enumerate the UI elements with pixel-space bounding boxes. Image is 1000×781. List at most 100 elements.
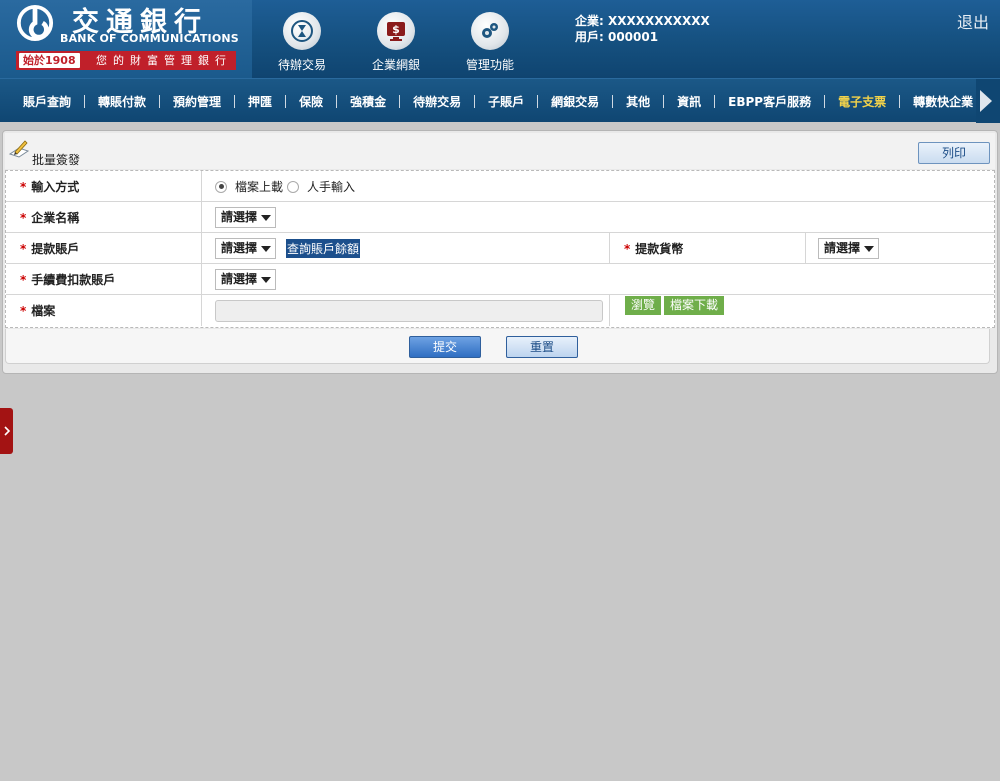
radio-manual-input[interactable] bbox=[287, 180, 300, 193]
debit-account-select[interactable]: 請選擇 bbox=[215, 238, 277, 259]
panel-title: 批量簽發 bbox=[32, 153, 81, 167]
select-text: 請選擇 bbox=[221, 241, 258, 255]
form-row-debit-account: * 提款賬戶 請選擇 查詢賬戶餘額 * 提款貨幣 請選擇 bbox=[6, 233, 994, 264]
reset-button[interactable]: 重置 bbox=[506, 336, 578, 358]
debit-currency-label: 提款貨幣 bbox=[635, 242, 684, 256]
batch-issue-panel: 批量簽發 列印 * 輸入方式 檔案上載 人手輸入 * 企業名稱 請選擇 * 提款… bbox=[2, 130, 998, 374]
top-icon-label: 待辦交易 bbox=[277, 58, 326, 72]
field-label: * 檔案 bbox=[6, 295, 202, 326]
bank-logo[interactable]: 交通銀行 BANK OF COMMUNICATIONS 始於1908 您的財富管… bbox=[0, 0, 252, 78]
field-label: * 手續費扣款賬戶 bbox=[6, 264, 202, 295]
nav-item[interactable]: EBPP客戶服務 bbox=[715, 93, 824, 110]
caret-down-icon bbox=[261, 277, 272, 283]
debit-account-label: 提款賬戶 bbox=[31, 242, 80, 256]
form-row-company-name: * 企業名稱 請選擇 bbox=[6, 202, 994, 233]
svg-text:$: $ bbox=[392, 23, 400, 36]
nav-item[interactable]: 待辦交易 bbox=[400, 93, 474, 110]
top-corporate-banking[interactable]: $ 企業網銀 bbox=[361, 12, 431, 73]
nav-item[interactable]: 賬戶查詢 bbox=[10, 93, 84, 110]
input-method-label: 輸入方式 bbox=[31, 180, 80, 194]
side-panel-toggle[interactable] bbox=[0, 408, 13, 454]
caret-down-icon bbox=[261, 246, 272, 252]
nav-item[interactable]: 其他 bbox=[613, 93, 663, 110]
query-balance-link[interactable]: 查詢賬戶餘額 bbox=[286, 239, 361, 258]
field-label: * 企業名稱 bbox=[6, 202, 202, 233]
top-icon-label: 管理功能 bbox=[465, 58, 514, 72]
nav-item[interactable]: 預約管理 bbox=[160, 93, 234, 110]
dollar-monitor-icon: $ bbox=[387, 22, 405, 41]
user-info: 企業: XXXXXXXXXXX 用戶: 000001 bbox=[575, 13, 710, 45]
hourglass-icon bbox=[291, 20, 313, 42]
form-actions: 提交 重置 bbox=[5, 329, 990, 364]
select-text: 請選擇 bbox=[221, 272, 258, 286]
nav-item[interactable]: 強積金 bbox=[337, 93, 399, 110]
nav-items: 賬戶查詢 轉賬付款 預約管理 押匯 保險 強積金 待辦交易 子賬戶 網銀交易 其他 資訊 EBPP客戶… bbox=[10, 79, 986, 123]
bank-logo-mark-icon bbox=[16, 4, 54, 42]
submit-button[interactable]: 提交 bbox=[409, 336, 481, 358]
required-star: * bbox=[20, 241, 27, 256]
radio-manual-input-label[interactable]: 人手輸入 bbox=[307, 178, 355, 195]
input-method-options: 檔案上載 人手輸入 bbox=[203, 171, 359, 202]
field-label: * 輸入方式 bbox=[6, 171, 202, 202]
form-row-input-method: * 輸入方式 檔案上載 人手輸入 bbox=[6, 171, 994, 202]
radio-file-upload-label[interactable]: 檔案上載 bbox=[235, 178, 283, 195]
caret-down-icon bbox=[864, 246, 875, 252]
top-icon-label: 企業網銀 bbox=[371, 58, 420, 72]
nav-item[interactable]: 子賬戶 bbox=[475, 93, 537, 110]
file-path-input[interactable] bbox=[215, 299, 603, 322]
edit-pencil-icon bbox=[8, 140, 30, 158]
gears-icon bbox=[482, 23, 498, 38]
file-label: 檔案 bbox=[31, 304, 56, 318]
nav-scroll-right-icon[interactable] bbox=[980, 90, 992, 112]
field-label: * 提款貨幣 bbox=[610, 233, 806, 264]
debit-account-value: 請選擇 查詢賬戶餘額 bbox=[203, 233, 361, 264]
debit-currency-value: 請選擇 bbox=[818, 233, 880, 264]
nav-item[interactable]: 押匯 bbox=[235, 93, 285, 110]
required-star: * bbox=[20, 272, 27, 287]
company-name-label: 企業名稱 bbox=[31, 211, 80, 225]
since-badge: 始於1908 bbox=[19, 53, 80, 68]
column-divider bbox=[609, 295, 610, 326]
file-value bbox=[203, 295, 603, 326]
file-buttons: 瀏覽 檔案下載 bbox=[625, 290, 727, 321]
logout-link[interactable]: 退出 bbox=[957, 9, 989, 33]
browse-button[interactable]: 瀏覽 bbox=[625, 296, 662, 315]
required-star: * bbox=[20, 179, 27, 194]
fee-account-value: 請選擇 bbox=[203, 264, 277, 295]
header-bar: 交通銀行 BANK OF COMMUNICATIONS 始於1908 您的財富管… bbox=[0, 0, 1000, 78]
print-button[interactable]: 列印 bbox=[918, 142, 990, 164]
nav-item[interactable]: 轉賬付款 bbox=[85, 93, 159, 110]
form-row-file: * 檔案 瀏覽 檔案下載 bbox=[6, 295, 994, 326]
nav-item[interactable]: 網銀交易 bbox=[538, 93, 612, 110]
required-star: * bbox=[20, 210, 27, 225]
chevron-right-icon bbox=[3, 426, 10, 436]
form-row-fee-account: * 手續費扣款賬戶 請選擇 bbox=[6, 264, 994, 295]
fee-account-select[interactable]: 請選擇 bbox=[215, 269, 277, 290]
caret-down-icon bbox=[261, 215, 272, 221]
nav-item[interactable]: 電子支票 bbox=[825, 93, 899, 110]
panel-header: 批量簽發 列印 bbox=[5, 133, 995, 169]
main-nav: 賬戶查詢 轉賬付款 預約管理 押匯 保險 強積金 待辦交易 子賬戶 網銀交易 其他 資訊 EBPP客戶… bbox=[0, 78, 1000, 123]
company-name-select[interactable]: 請選擇 bbox=[215, 207, 277, 228]
radio-file-upload[interactable] bbox=[215, 180, 227, 193]
top-pending-transactions[interactable]: 待辦交易 bbox=[267, 12, 337, 73]
required-star: * bbox=[20, 303, 27, 318]
fee-account-label: 手續費扣款賬戶 bbox=[31, 273, 116, 287]
select-text: 請選擇 bbox=[221, 210, 258, 224]
bank-slogan: 您的財富管理銀行 bbox=[96, 54, 232, 67]
file-download-button[interactable]: 檔案下載 bbox=[664, 296, 725, 315]
bank-slogan-banner: 始於1908 您的財富管理銀行 bbox=[16, 51, 236, 70]
top-management-functions[interactable]: 管理功能 bbox=[455, 12, 525, 73]
user-id-text: 用戶: 000001 bbox=[575, 30, 659, 44]
nav-item[interactable]: 資訊 bbox=[664, 93, 714, 110]
required-star: * bbox=[624, 241, 631, 256]
nav-item[interactable]: 轉數快企業 bbox=[900, 93, 986, 110]
batch-issue-form: * 輸入方式 檔案上載 人手輸入 * 企業名稱 請選擇 * 提款賬戶 請選擇 查… bbox=[5, 170, 995, 328]
nav-item[interactable]: 保險 bbox=[286, 93, 336, 110]
select-text: 請選擇 bbox=[824, 241, 861, 255]
company-name-text: 企業: XXXXXXXXXXX bbox=[575, 14, 710, 28]
company-name-value: 請選擇 bbox=[203, 202, 277, 233]
debit-currency-select[interactable]: 請選擇 bbox=[818, 238, 880, 259]
field-label: * 提款賬戶 bbox=[6, 233, 202, 264]
bank-name-english: BANK OF COMMUNICATIONS bbox=[60, 32, 239, 45]
